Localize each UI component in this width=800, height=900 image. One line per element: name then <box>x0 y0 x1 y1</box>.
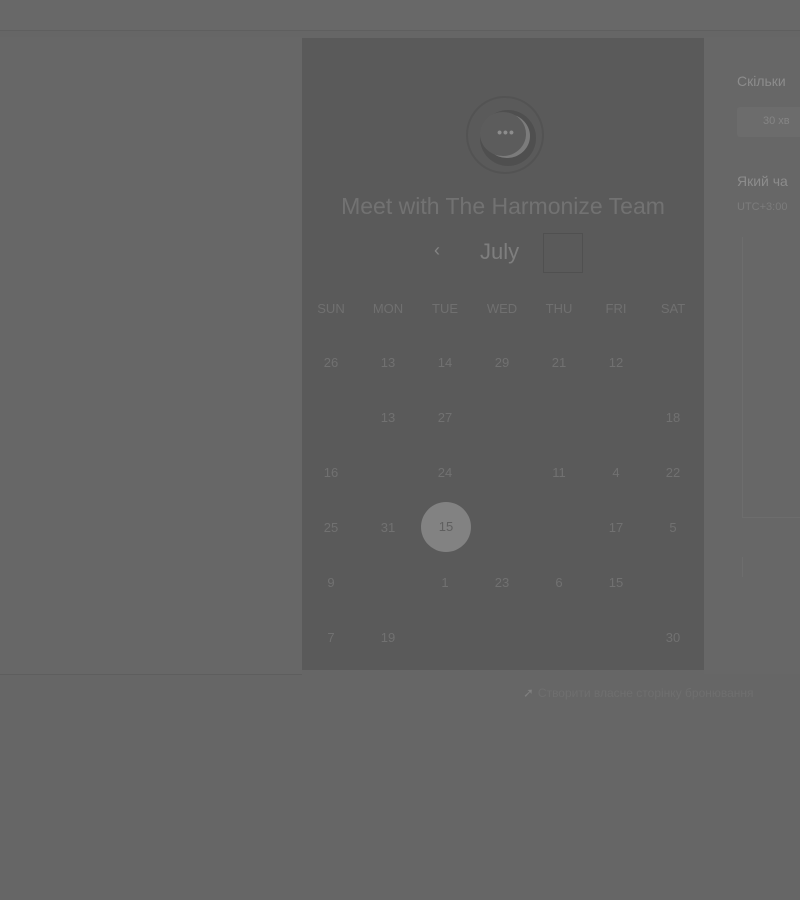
calendar-day[interactable]: 30 <box>648 626 698 650</box>
weekday-mon: MON <box>372 301 404 316</box>
chevron-left-icon[interactable]: ‹ <box>434 240 440 261</box>
calendar-day[interactable]: 7 <box>306 626 356 650</box>
calendar-day[interactable]: 26 <box>306 351 356 375</box>
top-band <box>0 0 800 31</box>
month-label: July <box>480 239 520 264</box>
calendar-day[interactable]: 11 <box>534 461 584 485</box>
calendar-day[interactable]: 1 <box>420 571 470 595</box>
weekday-thu: THU <box>545 301 573 316</box>
calendar-day[interactable]: 23 <box>477 571 527 595</box>
weekday-wed: WED <box>486 301 518 316</box>
create-booking-page-link[interactable]: ➚ Створити власне сторінку бронювання <box>523 685 754 701</box>
duration-option-label: 30 хв <box>763 115 790 127</box>
time-slots-panel <box>742 237 800 518</box>
calendar-day[interactable]: 6 <box>534 571 584 595</box>
selected-day[interactable]: 15 <box>421 502 471 552</box>
weekday-sun: SUN <box>317 301 345 316</box>
calendar-day[interactable]: 13 <box>363 406 413 430</box>
calendar-day[interactable]: 17 <box>591 516 641 540</box>
calendar-day[interactable]: 25 <box>306 516 356 540</box>
time-slots-panel-lower <box>742 557 800 577</box>
arrow-icon: ➚ <box>523 685 534 700</box>
right-panel: Скільки 30 хв Який ча UTC+3:00 <box>704 37 800 674</box>
calendar-day[interactable]: 22 <box>648 461 698 485</box>
calendar-day[interactable]: 9 <box>306 571 356 595</box>
calendar-day[interactable]: 19 <box>363 626 413 650</box>
calendar-day[interactable]: 16 <box>306 461 356 485</box>
calendar-day[interactable]: 18 <box>648 406 698 430</box>
time-question: Який ча <box>737 173 788 189</box>
calendar-day[interactable]: 31 <box>363 516 413 540</box>
calendar-day[interactable]: 24 <box>420 461 470 485</box>
calendar-day[interactable]: 14 <box>420 351 470 375</box>
duration-question: Скільки <box>737 73 786 89</box>
calendar-day[interactable]: 29 <box>477 351 527 375</box>
weekday-fri: FRI <box>605 301 627 316</box>
card-title: Meet with The Harmonize Team <box>341 193 665 219</box>
calendar-day[interactable]: 4 <box>591 461 641 485</box>
logo-dots: ••• <box>497 124 515 140</box>
calendar-day[interactable]: 27 <box>420 406 470 430</box>
timezone-hint: UTC+3:00 <box>737 201 788 213</box>
duration-option[interactable]: 30 хв <box>737 107 800 137</box>
left-panel <box>0 37 302 675</box>
scheduler-card: ••• Meet with The Harmonize Team ‹ July … <box>302 38 704 670</box>
calendar-day[interactable]: 21 <box>534 351 584 375</box>
calendar-day[interactable]: 12 <box>591 351 641 375</box>
weekday-tue: TUE <box>432 301 458 316</box>
footer-link-label: Створити власне сторінку бронювання <box>537 686 754 700</box>
calendar-day[interactable]: 5 <box>648 516 698 540</box>
next-month-button[interactable] <box>543 233 583 273</box>
calendar-day[interactable]: 15 <box>591 571 641 595</box>
calendar-day[interactable]: 13 <box>363 351 413 375</box>
weekday-sat: SAT <box>660 301 686 316</box>
